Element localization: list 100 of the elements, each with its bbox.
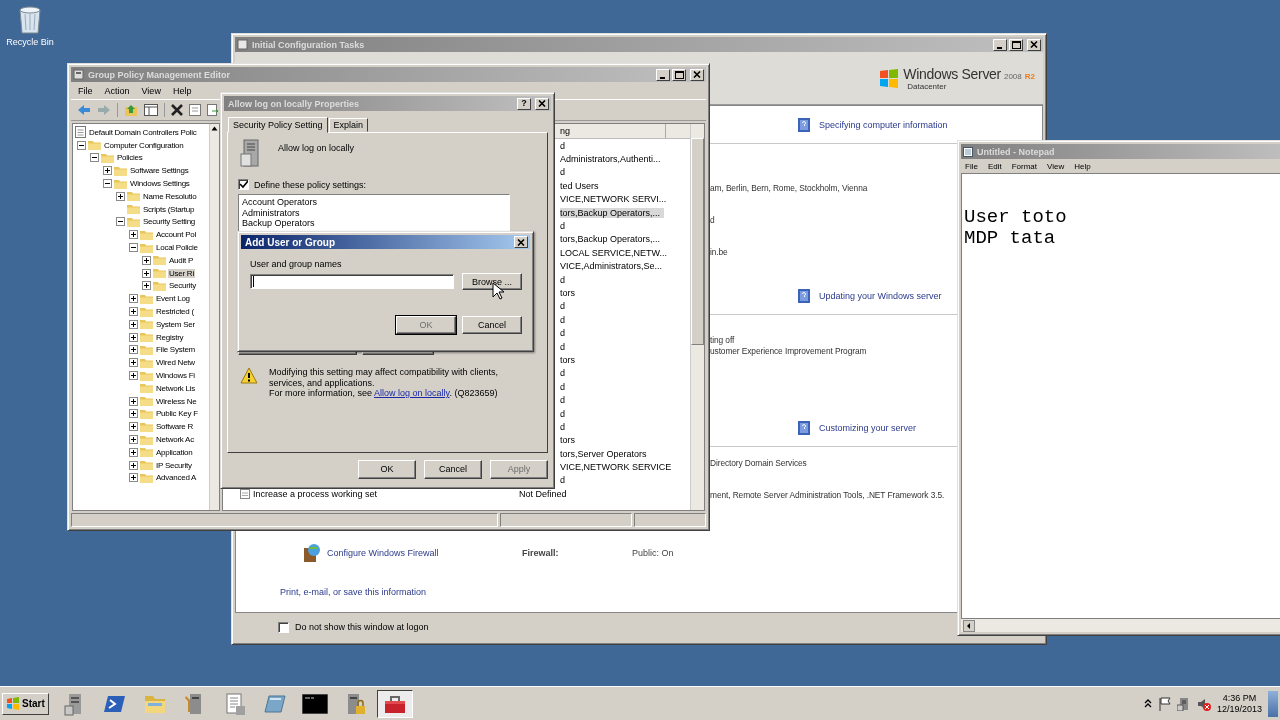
expand-icon[interactable] (129, 447, 138, 457)
tree-item[interactable]: Network Ac (155, 435, 195, 444)
table-cell[interactable]: d (560, 475, 569, 486)
expand-icon[interactable] (129, 319, 138, 329)
expand-icon[interactable] (129, 460, 138, 470)
scroll-left-icon[interactable] (963, 619, 975, 632)
tree-item[interactable]: Public Key F (155, 409, 199, 419)
menu-item[interactable]: File (78, 85, 93, 96)
table-cell[interactable]: Not Defined (519, 488, 571, 499)
checkbox[interactable] (238, 179, 249, 190)
tree-item[interactable]: User Ri (168, 268, 195, 278)
menu-item[interactable]: View (141, 85, 161, 96)
table-cell[interactable]: d (560, 140, 569, 151)
expand-icon[interactable] (129, 435, 138, 444)
menu-item[interactable]: Edit (987, 161, 1002, 171)
table-cell[interactable]: VICE,Administrators,Se... (560, 261, 667, 272)
table-cell[interactable]: d (560, 421, 569, 432)
table-cell[interactable]: d (560, 274, 569, 285)
expand-icon[interactable] (129, 473, 138, 483)
table-cell[interactable]: d (560, 408, 569, 419)
table-cell[interactable]: d (560, 395, 569, 406)
tree-item[interactable]: Software R (155, 422, 195, 432)
clock-time[interactable]: 4:36 PM (1222, 692, 1257, 704)
export-icon[interactable] (207, 104, 219, 116)
table-cell[interactable]: tors,Server Operators (560, 448, 651, 459)
tree-item[interactable]: Audit P (168, 255, 195, 265)
menu-item[interactable]: Action (104, 85, 130, 96)
show-desktop-button[interactable] (1268, 690, 1278, 717)
scrollbar[interactable] (690, 124, 704, 510)
expand-icon[interactable] (129, 230, 138, 240)
expand-icon[interactable] (129, 409, 138, 419)
list-item[interactable]: Account Operators (242, 197, 506, 208)
menu-item[interactable]: Format (1011, 161, 1038, 171)
flag-icon[interactable] (1157, 696, 1171, 711)
list-item[interactable]: Backup Operators (242, 218, 506, 229)
input-field[interactable] (250, 274, 455, 289)
tree-item[interactable]: Windows Settings (129, 179, 191, 189)
tree-item[interactable]: Wireless Ne (155, 396, 198, 406)
table-cell[interactable]: d (560, 301, 569, 312)
expand-icon[interactable] (129, 422, 138, 432)
table-cell[interactable]: VICE,NETWORK SERVI... (560, 194, 671, 205)
clock-date[interactable]: 12/19/2013 (1216, 703, 1262, 715)
recycle-bin-icon[interactable] (16, 4, 44, 34)
firewall-link[interactable]: Configure Windows Firewall (327, 548, 522, 558)
text-area[interactable]: User toto MDP tata (961, 173, 1280, 619)
tree-item[interactable]: Name Resolutio (142, 191, 198, 201)
tree-item[interactable]: IP Security (155, 460, 193, 470)
expand-icon[interactable] (129, 332, 138, 342)
table-cell[interactable]: d (560, 381, 569, 392)
tree-item[interactable]: Local Policie (155, 243, 199, 253)
checkbox[interactable] (278, 621, 289, 633)
table-cell[interactable]: tors (560, 354, 579, 365)
tree-item[interactable]: Network Lis (155, 383, 197, 393)
tree-item[interactable]: Security (168, 281, 197, 291)
tree-item[interactable]: Policies (116, 153, 144, 163)
server-icon[interactable] (1176, 696, 1191, 711)
tab[interactable]: Explain (328, 118, 369, 132)
scrollbar[interactable] (961, 619, 1280, 632)
expand-icon[interactable] (142, 268, 151, 278)
tree-item[interactable]: Restricted ( (155, 307, 195, 317)
properties-icon[interactable] (189, 104, 201, 116)
tree-item[interactable]: File System (155, 345, 197, 355)
collapse-icon[interactable] (103, 179, 112, 189)
expand-icon[interactable] (129, 396, 138, 406)
menu-item[interactable]: File (965, 161, 978, 171)
tree-item[interactable]: Wired Netw (155, 358, 196, 368)
table-cell[interactable]: d (560, 167, 569, 178)
table-cell[interactable]: tors,Backup Operators,... (560, 207, 665, 218)
tree-item[interactable]: Registry (155, 332, 185, 342)
tree-item[interactable]: Computer Configuration (103, 140, 185, 150)
expand-icon[interactable] (116, 191, 125, 201)
browse-button[interactable]: Browse ... (462, 273, 522, 290)
expand-icon[interactable] (103, 166, 112, 176)
expand-icon[interactable] (129, 294, 138, 304)
taskbar-button[interactable] (376, 689, 413, 718)
scrollbar[interactable] (209, 124, 219, 510)
expand-icon[interactable] (142, 281, 151, 291)
collapse-icon[interactable] (77, 140, 86, 150)
table-cell[interactable]: d (560, 341, 569, 352)
table-cell[interactable]: tors,Backup Operators,... (560, 234, 665, 245)
tree-item[interactable]: Event Log (155, 294, 191, 304)
expand-icon[interactable] (129, 307, 138, 317)
tree-item[interactable]: Scripts (Startup (142, 204, 196, 214)
table-cell[interactable]: VICE,NETWORK SERVICE (560, 462, 676, 473)
collapse-icon[interactable] (90, 153, 99, 163)
menu-item[interactable]: Help (1074, 161, 1091, 171)
expand-icon[interactable] (142, 255, 151, 265)
menu-item[interactable]: Help (172, 85, 192, 96)
view-icon[interactable] (144, 104, 158, 116)
table-cell[interactable]: LOCAL SERVICE,NETW... (560, 247, 672, 258)
section-link[interactable]: Specifying computer information (819, 119, 948, 130)
tree-item[interactable]: Application (155, 447, 194, 457)
table-cell[interactable]: d (560, 368, 569, 379)
section-link[interactable]: Updating your Windows server (819, 290, 942, 301)
tree-item[interactable]: System Ser (155, 319, 196, 329)
help-button[interactable]: ? (517, 97, 531, 110)
table-cell[interactable]: d (560, 328, 569, 339)
table-cell[interactable]: tors (560, 435, 579, 446)
tree-item[interactable]: Account Pol (155, 230, 197, 240)
collapse-icon[interactable] (129, 243, 138, 253)
